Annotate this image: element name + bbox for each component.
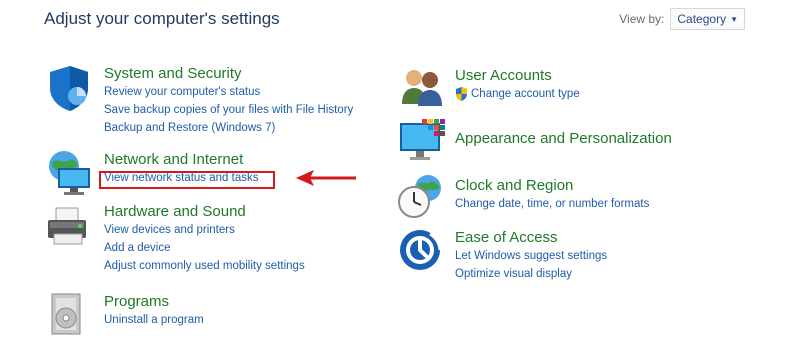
programs-disc-icon xyxy=(44,290,94,340)
optimize-visual-display-link[interactable]: Optimize visual display xyxy=(455,265,607,283)
clock-globe-icon xyxy=(396,172,446,222)
programs-link[interactable]: Programs xyxy=(104,292,204,311)
view-by-dropdown[interactable]: Category ▼ xyxy=(670,8,745,30)
shield-icon xyxy=(44,64,94,114)
change-account-type-link[interactable]: Change account type xyxy=(471,85,580,103)
backup-restore-link[interactable]: Backup and Restore (Windows 7) xyxy=(104,119,353,137)
view-devices-link[interactable]: View devices and printers xyxy=(104,221,305,239)
network-globe-icon xyxy=(44,148,94,198)
review-status-link[interactable]: Review your computer's status xyxy=(104,83,353,101)
appearance-personalization-link[interactable]: Appearance and Personalization xyxy=(455,129,672,148)
ease-of-access-link[interactable]: Ease of Access xyxy=(455,228,607,247)
category-programs: Programs Uninstall a program xyxy=(104,292,204,329)
network-internet-link[interactable]: Network and Internet xyxy=(104,150,258,169)
user-accounts-link[interactable]: User Accounts xyxy=(455,66,580,85)
page-title: Adjust your computer's settings xyxy=(44,9,280,28)
category-appearance: Appearance and Personalization xyxy=(455,129,672,148)
add-device-link[interactable]: Add a device xyxy=(104,239,305,257)
monitor-palette-icon xyxy=(398,117,448,167)
file-history-link[interactable]: Save backup copies of your files with Fi… xyxy=(104,101,353,119)
change-account-type-row: Change account type xyxy=(455,85,580,103)
printer-icon xyxy=(44,204,94,254)
category-clock-region: Clock and Region Change date, time, or n… xyxy=(455,176,649,213)
windows-suggest-settings-link[interactable]: Let Windows suggest settings xyxy=(455,247,607,265)
change-date-formats-link[interactable]: Change date, time, or number formats xyxy=(455,195,649,213)
chevron-down-icon: ▼ xyxy=(730,14,738,24)
red-arrow-icon xyxy=(296,168,358,193)
uninstall-program-link[interactable]: Uninstall a program xyxy=(104,311,204,329)
uac-shield-icon xyxy=(456,87,467,101)
category-system-security: System and Security Review your computer… xyxy=(104,64,353,137)
ease-of-access-icon xyxy=(398,228,448,278)
view-by-label: View by: xyxy=(619,12,665,26)
category-ease-of-access: Ease of Access Let Windows suggest setti… xyxy=(455,228,607,283)
mobility-settings-link[interactable]: Adjust commonly used mobility settings xyxy=(104,257,305,275)
hardware-sound-link[interactable]: Hardware and Sound xyxy=(104,202,305,221)
system-security-link[interactable]: System and Security xyxy=(104,64,353,83)
clock-region-link[interactable]: Clock and Region xyxy=(455,176,649,195)
category-user-accounts: User Accounts Change account type xyxy=(455,66,580,103)
view-by-control: View by: Category ▼ xyxy=(619,8,745,30)
view-by-value: Category xyxy=(677,12,727,26)
highlight-box xyxy=(99,171,275,189)
category-hardware-sound: Hardware and Sound View devices and prin… xyxy=(104,202,305,275)
users-icon xyxy=(398,64,448,114)
